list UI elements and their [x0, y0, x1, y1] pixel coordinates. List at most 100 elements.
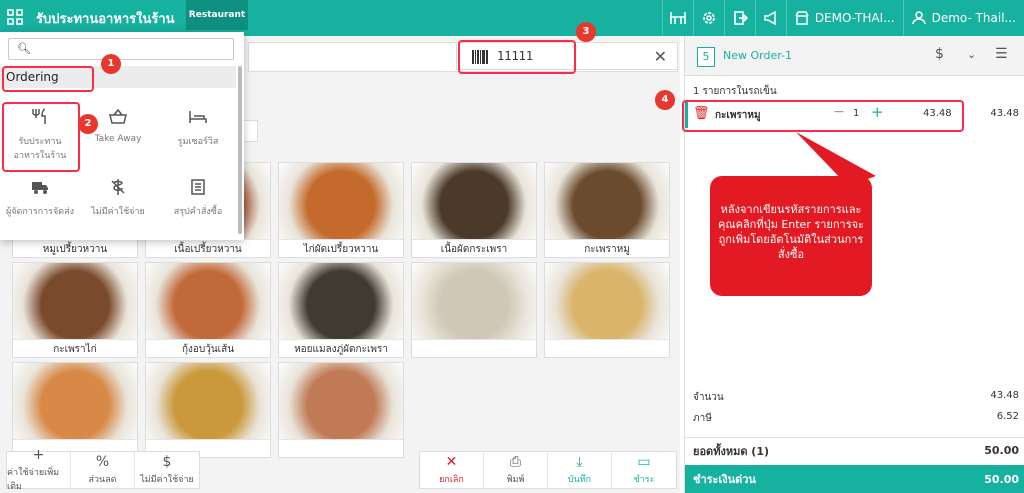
list-icon [162, 174, 234, 200]
close-icon[interactable]: ✕ [654, 47, 667, 66]
apps-grid-icon[interactable] [6, 8, 24, 26]
sliders-icon[interactable]: ☰ [995, 46, 1008, 62]
product-card[interactable]: กะเพราหมู [544, 162, 670, 258]
product-name [279, 439, 403, 457]
order-actions-right: ✕ ยกเลิก ⎙ พิมพ์ ⤓ บันทึก ▭ ชำระ [419, 451, 677, 489]
product-image [146, 363, 270, 439]
tax-row: ภาษี 6.52 [693, 411, 1019, 426]
logout-icon[interactable] [723, 0, 755, 36]
product-card[interactable]: หอยแมลงภู่ผัดกะเพรา [278, 262, 404, 358]
action-button[interactable]: ✕ ยกเลิก [420, 452, 484, 488]
product-name: กุ้งอบวุ้นเส้น [146, 339, 270, 357]
action-label: บันทึก [567, 474, 592, 485]
action-button[interactable]: ▭ ชำระ [612, 452, 676, 488]
user-name: Demo- Thail... [931, 11, 1016, 25]
product-card[interactable]: ไก่ผัดเปรี้ยวหวาน [278, 162, 404, 258]
product-image [13, 363, 137, 439]
action-label: ยกเลิก [439, 474, 464, 485]
action-icon: ⤓ [576, 453, 583, 470]
user-icon [911, 11, 926, 25]
top-bar: รับประทานอาหารในร้าน Restaurant DEMO-THA… [0, 0, 1024, 36]
currency-icon[interactable]: $ [935, 46, 944, 62]
step-marker-1: 1 [101, 54, 121, 74]
chevron-down-icon[interactable]: ⌄ [967, 48, 976, 61]
product-card[interactable] [544, 262, 670, 358]
branch-name: DEMO-THAI... [814, 11, 895, 25]
no-charge-icon [82, 174, 154, 200]
menu-scrollbar[interactable] [238, 66, 242, 234]
action-button[interactable]: $ ไม่มีค่าใช้จ่าย [135, 452, 199, 488]
product-image [146, 263, 270, 339]
product-image [279, 363, 403, 439]
product-image [412, 263, 536, 339]
order-number[interactable]: 5 [697, 47, 715, 67]
app-title[interactable]: รับประทานอาหารในร้าน [36, 8, 175, 29]
action-button[interactable]: % ส่วนลด [71, 452, 135, 488]
highlight-dine-in [2, 102, 80, 172]
step-marker-3: 3 [576, 22, 596, 42]
truck-icon [4, 174, 76, 200]
highlight-ordering [2, 66, 94, 92]
product-image [279, 263, 403, 339]
product-name: หมูเปรี้ยวหวาน [13, 239, 137, 257]
order-type-option[interactable]: ไม่มีค่าใช้จ่าย [82, 174, 154, 218]
menu-search-input[interactable]: 🔍︎ [8, 38, 234, 60]
product-name: กะเพราหมู [545, 239, 669, 257]
product-card[interactable] [411, 262, 537, 358]
branch-selector[interactable]: DEMO-THAI... [785, 0, 903, 36]
subtotal-row: จำนวน 43.48 [693, 390, 1019, 405]
order-type-option[interactable]: รูมเซอร์วิส [162, 104, 234, 148]
product-name [545, 339, 669, 357]
product-name: เนื้อเปรี้ยวหวาน [146, 239, 270, 257]
product-card[interactable] [12, 362, 138, 458]
quick-pay-button[interactable]: ชำระเงินด่วน 50.00 [685, 465, 1024, 493]
product-image [13, 263, 137, 339]
product-name [412, 339, 536, 357]
order-type-option[interactable]: สรุปคำสั่งซื้อ [162, 174, 234, 218]
action-label: ค่าใช้จ่ายเพิ่มเติม [7, 467, 60, 492]
product-image [545, 263, 669, 339]
action-label: พิมพ์ [506, 474, 525, 485]
option-label: Take Away [94, 134, 142, 144]
action-button[interactable]: ⎙ พิมพ์ [484, 452, 548, 488]
action-label: ชำระ [633, 474, 655, 485]
action-icon: ⎙ [509, 453, 522, 470]
product-name: ไก่ผัดเปรี้ยวหวาน [279, 239, 403, 257]
product-card[interactable] [145, 362, 271, 458]
item-total: 43.48 [990, 108, 1019, 119]
product-name: หอยแมลงภู่ผัดกะเพรา [279, 339, 403, 357]
product-image [412, 163, 536, 239]
action-button[interactable]: ⤓ บันทึก [548, 452, 612, 488]
option-label: รูมเซอร์วิส [177, 137, 219, 147]
bed-icon [162, 104, 234, 130]
quick-pay-total: 50.00 [984, 472, 1019, 486]
action-icon: ✕ [445, 453, 458, 470]
option-label: ผู้จัดการการจัดส่ง [5, 207, 75, 217]
subtotal-value: 43.48 [990, 390, 1019, 401]
tax-value: 6.52 [996, 411, 1019, 422]
gear-icon[interactable] [692, 0, 724, 36]
product-name: กะเพราไก่ [13, 339, 137, 357]
product-name: เนื้อผัดกระเพรา [412, 239, 536, 257]
grand-total-label: ยอดทั้งหมด (1) [693, 444, 770, 458]
instruction-callout: หลังจากเขียนรหัสรายการและคุณคลิกที่ปุ่ม … [710, 176, 872, 296]
product-card[interactable]: เนื้อผัดกระเพรา [411, 162, 537, 258]
order-name[interactable]: New Order-1 [723, 49, 792, 62]
quick-pay-label: ชำระเงินด่วน [693, 473, 756, 486]
option-label: สรุปคำสั่งซื้อ [173, 207, 223, 217]
megaphone-icon[interactable] [754, 0, 786, 36]
product-image [279, 163, 403, 239]
action-label: ไม่มีค่าใช้จ่าย [140, 474, 194, 485]
order-type-option[interactable]: ผู้จัดการการจัดส่ง [4, 174, 76, 218]
product-card[interactable] [278, 362, 404, 458]
order-actions-left: + ค่าใช้จ่ายเพิ่มเติม% ส่วนลด $ ไม่มีค่าใช้จ… [6, 448, 200, 492]
grand-total-row: ยอดทั้งหมด (1) 50.00 [685, 437, 1024, 463]
search-icon: 🔍︎ [17, 42, 31, 55]
product-card[interactable]: กุ้งอบวุ้นเส้น [145, 262, 271, 358]
table-icon[interactable] [661, 0, 693, 36]
step-marker-4: 4 [655, 90, 675, 110]
user-menu[interactable]: Demo- Thail... [902, 0, 1024, 36]
action-button[interactable]: + ค่าใช้จ่ายเพิ่มเติม [7, 448, 71, 492]
product-card[interactable]: กะเพราไก่ [12, 262, 138, 358]
step-marker-2: 2 [78, 114, 98, 134]
